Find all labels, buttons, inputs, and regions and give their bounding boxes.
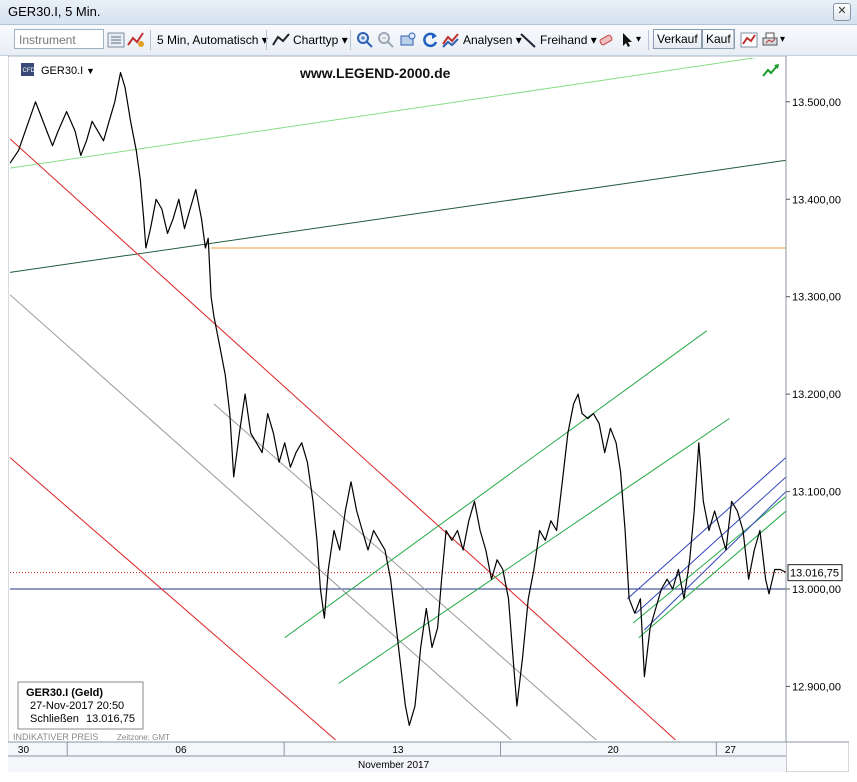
info-box-close-label: Schließen [30,713,79,725]
charttype-label: Charttyp [293,33,339,47]
analysis-icon[interactable] [441,30,461,50]
window-title: GER30.I, 5 Min. [8,4,101,19]
info-box: GER30.I (Geld) 27-Nov-2017 20:50 Schließ… [17,681,144,730]
last-price-label: 13.016,75 [790,568,839,580]
month-label: November 2017 [358,760,430,771]
time-tick-label: 30 [18,745,30,756]
sell-button[interactable]: Verkauf [653,29,702,49]
fit-chart-icon[interactable] [398,30,418,50]
print-dropdown-icon[interactable]: ▾ [780,30,785,50]
compare-icon[interactable] [126,30,146,50]
eraser-icon[interactable] [596,30,616,50]
toolbar: Instrument 5 Min, Automatisch ▾ Charttyp… [0,25,857,56]
price-tick-label: 13.100,00 [792,487,841,499]
toolbar-separator [648,30,649,50]
time-tick-label: 20 [608,745,620,756]
time-tick-label: 06 [175,745,187,756]
price-tick-label: 13.400,00 [792,194,841,206]
watermark: www.LEGEND-2000.de [299,65,451,81]
window-titlebar: GER30.I, 5 Min. ✕ [0,0,857,25]
instrument-list-icon[interactable] [106,30,126,50]
freehand-label: Freihand [540,33,588,47]
symbol-label: GER30.I [41,65,83,77]
price-tick-label: 13.000,00 [792,584,841,596]
chart-frame [7,55,850,773]
analysis-dropdown[interactable]: Analysen ▾ [463,30,522,50]
toolbar-separator [733,30,734,50]
close-icon[interactable]: ✕ [833,3,851,21]
buy-button[interactable]: Kauf [702,29,735,49]
zoom-out-icon[interactable] [376,30,396,50]
toolbar-separator [350,30,351,50]
price-tick-label: 13.300,00 [792,292,841,304]
price-tick-label: 13.500,00 [792,97,841,109]
toolbar-separator [150,30,151,50]
analysis-label: Analysen [463,33,513,47]
price-tick-label: 12.900,00 [792,681,841,693]
timezone-note: Zeitzone: GMT [117,733,170,742]
info-box-close-value: 13.016,75 [86,713,135,725]
line-chart-icon[interactable] [271,30,291,50]
zoom-in-icon[interactable] [355,30,375,50]
price-axis: 13.500,00 13.400,00 13.300,00 13.200,00 13.1… [785,56,849,772]
toolbar-separator [266,30,267,50]
cursor-dropdown-icon[interactable]: ▾ [636,30,641,50]
time-tick-label: 13 [392,745,404,756]
footer-note: INDIKATIVER PREIS [13,732,98,742]
price-chart[interactable]: 13.500,00 13.400,00 13.300,00 13.200,00 13.1… [7,55,850,773]
time-tick-label: 27 [725,745,737,756]
print-icon[interactable] [760,30,780,50]
refresh-icon[interactable] [420,30,440,50]
chart-area[interactable]: 13.500,00 13.400,00 13.300,00 13.200,00 13.1… [7,55,850,773]
cursor-icon[interactable] [618,30,638,50]
price-tick-label: 13.200,00 [792,389,841,401]
freehand-dropdown[interactable]: Freihand ▾ [540,30,597,50]
time-axis: 30 06 13 20 27 November 2017 [8,741,849,772]
charttype-dropdown[interactable]: Charttyp ▾ [293,30,348,50]
info-box-date: 27-Nov-2017 20:50 [30,700,124,712]
cfd-icon-label: CFD [23,68,36,74]
info-box-title: GER30.I (Geld) [26,687,103,699]
interval-label: 5 Min, Automatisch [157,33,259,47]
symbol-dropdown-icon: ▼ [86,66,95,76]
freehand-line-icon[interactable] [518,30,538,50]
interval-dropdown[interactable]: 5 Min, Automatisch ▾ [157,30,268,50]
chart-settings-icon[interactable] [739,30,759,50]
instrument-input[interactable]: Instrument [14,29,104,49]
